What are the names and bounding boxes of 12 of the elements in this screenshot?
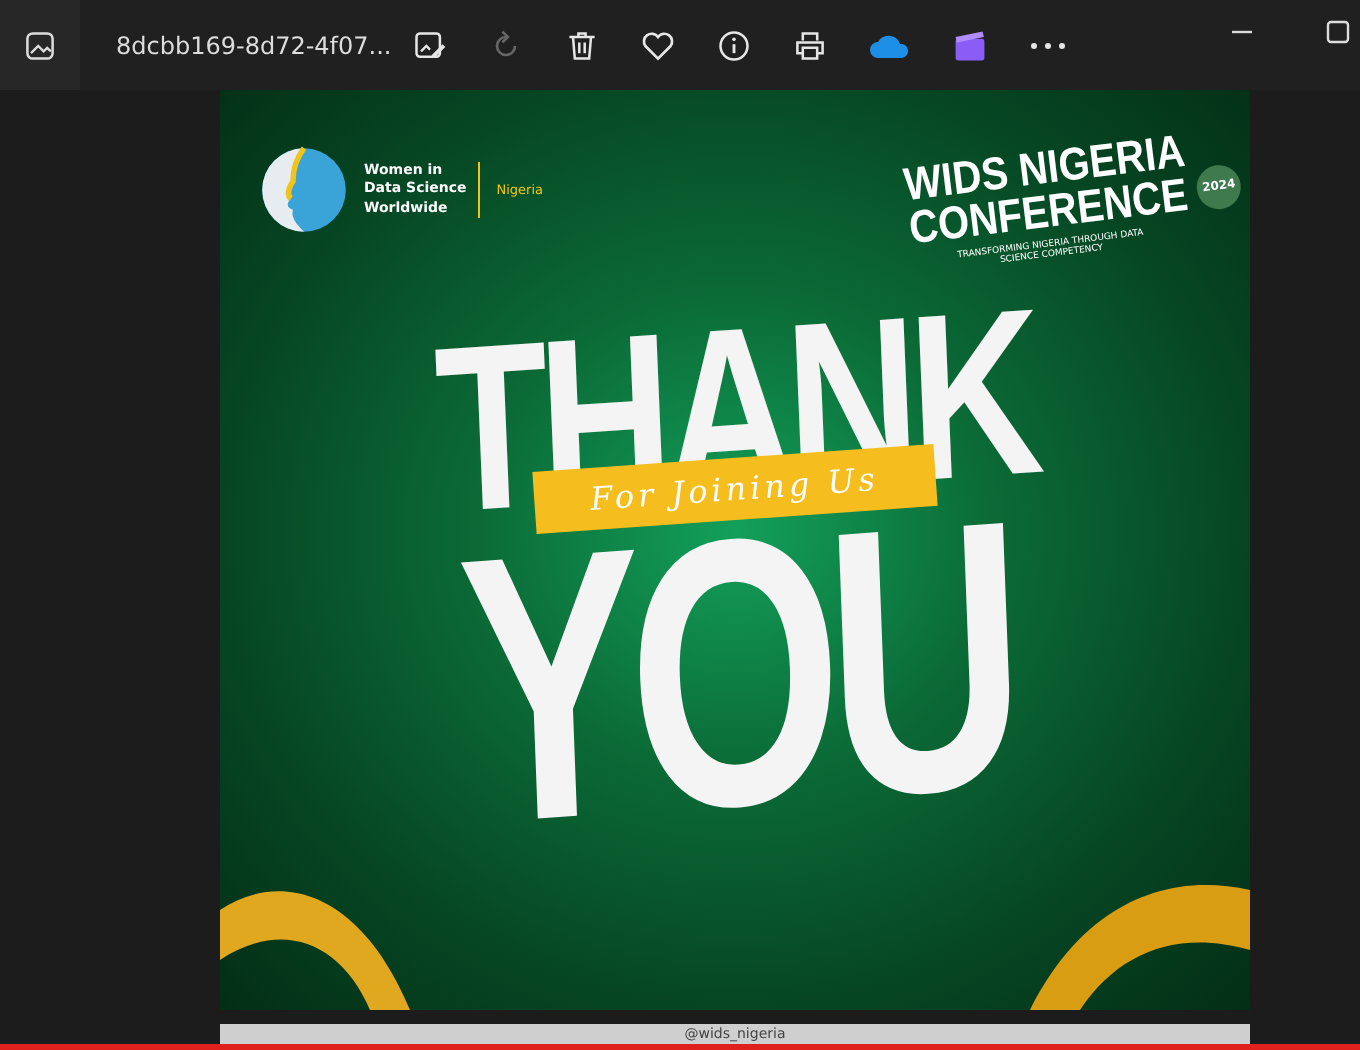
more-icon[interactable] — [1028, 39, 1068, 51]
gallery-icon[interactable] — [22, 27, 58, 63]
maximize-icon[interactable] — [1326, 20, 1350, 44]
video-editor-icon[interactable] — [952, 27, 988, 63]
heart-icon[interactable] — [640, 27, 676, 63]
delete-icon[interactable] — [564, 27, 600, 63]
info-icon[interactable] — [716, 27, 752, 63]
file-name: 8dcbb169-8d72-4f07... — [116, 31, 394, 59]
edit-image-icon[interactable] — [412, 27, 448, 63]
globe-logo-icon — [260, 146, 348, 234]
cloud-icon[interactable] — [868, 31, 912, 59]
print-icon[interactable] — [792, 27, 828, 63]
